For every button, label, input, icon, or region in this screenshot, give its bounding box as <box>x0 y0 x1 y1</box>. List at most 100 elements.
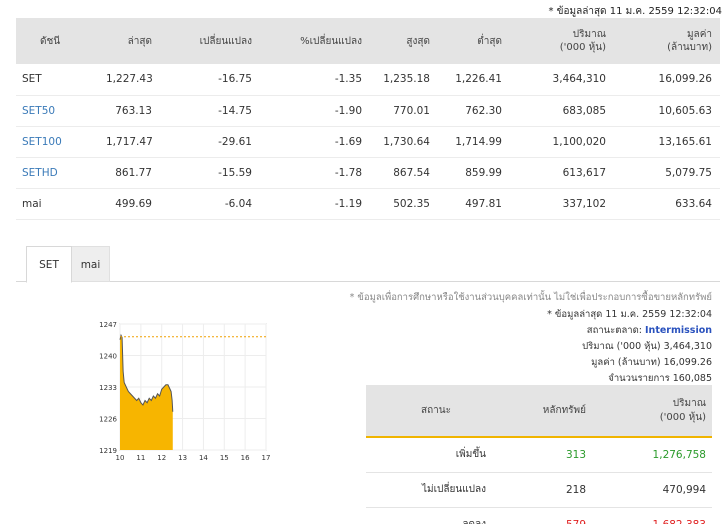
low-value: 497.81 <box>438 188 510 220</box>
col-last[interactable]: ล่าสุด <box>106 18 160 64</box>
col-volume-label: ปริมาณ <box>572 29 606 40</box>
market-status-line: สถานะตลาด: Intermission <box>587 323 712 338</box>
change-value: -29.61 <box>160 126 260 158</box>
index-name-set: SET <box>16 64 106 96</box>
last-value: 1,717.47 <box>106 126 160 158</box>
status-label: เพิ่มขึ้น <box>366 437 506 473</box>
col-securities: หลักทรัพย์ <box>506 385 592 438</box>
pct-change-value: -1.69 <box>260 126 370 158</box>
market-status-label: สถานะตลาด: <box>586 325 642 336</box>
summary-volume: 470,994 <box>592 472 712 508</box>
market-status-value: Intermission <box>645 325 712 336</box>
index-table: ดัชนี ล่าสุด เปลี่ยนแปลง %เปลี่ยนแปลง สู… <box>16 18 720 220</box>
y-tick-label: 1226 <box>99 416 117 424</box>
market-deals-value: 160,085 <box>672 373 712 384</box>
pct-change-value: -1.19 <box>260 188 370 220</box>
volume-value: 683,085 <box>510 95 614 127</box>
tab-mai[interactable]: mai <box>72 246 110 282</box>
market-deals-line: จำนวนรายการ 160,085 <box>608 371 712 386</box>
x-tick-label: 15 <box>220 454 229 462</box>
x-tick-label: 13 <box>178 454 187 462</box>
index-name-mai: mai <box>16 188 106 220</box>
table-row: SET100 1,717.47 -29.61 -1.69 1,730.64 1,… <box>16 126 720 158</box>
securities-count: 579 <box>506 507 592 524</box>
high-value: 1,730.64 <box>370 126 438 158</box>
market-deals-label: จำนวนรายการ <box>608 373 670 384</box>
x-tick-label: 11 <box>136 454 145 462</box>
change-value: -16.75 <box>160 64 260 96</box>
col-change[interactable]: เปลี่ยนแปลง <box>160 18 260 64</box>
volume-value: 1,100,020 <box>510 126 614 158</box>
x-tick-label: 14 <box>199 454 208 462</box>
col-volume-unit: ('000 หุ้น) <box>559 42 606 53</box>
x-tick-label: 12 <box>157 454 166 462</box>
col-sum-volume-unit: ('000 หุ้น) <box>659 411 706 423</box>
table-row: SET50 763.13 -14.75 -1.90 770.01 762.30 … <box>16 95 720 127</box>
x-tick-label: 10 <box>116 454 125 462</box>
trade-value: 16,099.26 <box>614 64 720 96</box>
col-status: สถานะ <box>366 385 506 438</box>
market-value-value: 16,099.26 <box>663 357 712 368</box>
high-value: 1,235.18 <box>370 64 438 96</box>
market-tabs: SET mai <box>16 246 720 283</box>
table-row: SET 1,227.43 -16.75 -1.35 1,235.18 1,226… <box>16 64 720 96</box>
tab-set[interactable]: SET <box>26 246 72 283</box>
volume-value: 613,617 <box>510 157 614 189</box>
market-value-line: มูลค่า (ล้านบาท) 16,099.26 <box>591 355 712 370</box>
summary-row-down: ลดลง 579 1,682,383 <box>366 507 712 524</box>
y-tick-label: 1233 <box>99 384 117 392</box>
high-value: 770.01 <box>370 95 438 127</box>
x-tick-label: 17 <box>262 454 271 462</box>
change-value: -6.04 <box>160 188 260 220</box>
col-pct-change[interactable]: %เปลี่ยนแปลง <box>260 18 370 64</box>
col-index[interactable]: ดัชนี <box>16 18 106 64</box>
market-volume-label: ปริมาณ ('000 หุ้น) <box>582 341 661 352</box>
last-value: 861.77 <box>106 157 160 189</box>
trade-value: 5,079.75 <box>614 157 720 189</box>
last-update-timestamp: * ข้อมูลล่าสุด 11 ม.ค. 2559 12:32:04 <box>548 6 722 17</box>
x-tick-label: 16 <box>241 454 250 462</box>
market-value-label: มูลค่า (ล้านบาท) <box>591 357 661 368</box>
securities-count: 313 <box>506 437 592 473</box>
col-value-label: มูลค่า <box>686 29 712 40</box>
pct-change-value: -1.90 <box>260 95 370 127</box>
high-value: 867.54 <box>370 157 438 189</box>
col-sum-volume-label: ปริมาณ <box>672 397 706 409</box>
table-row: SETHD 861.77 -15.59 -1.78 867.54 859.99 … <box>16 157 720 189</box>
low-value: 1,714.99 <box>438 126 510 158</box>
col-volume[interactable]: ปริมาณ ('000 หุ้น) <box>510 18 614 64</box>
col-high[interactable]: สูงสุด <box>370 18 438 64</box>
summary-volume: 1,276,758 <box>592 437 712 473</box>
summary-row-up: เพิ่มขึ้น 313 1,276,758 <box>366 437 712 473</box>
market-volume-line: ปริมาณ ('000 หุ้น) 3,464,310 <box>582 339 712 354</box>
y-tick-label: 1240 <box>99 353 117 361</box>
col-value-unit: (ล้านบาท) <box>667 42 712 53</box>
index-link-set100[interactable]: SET100 <box>16 126 106 158</box>
volume-value: 3,464,310 <box>510 64 614 96</box>
summary-row-unchanged: ไม่เปลี่ยนแปลง 218 470,994 <box>366 472 712 508</box>
summary-header: สถานะ หลักทรัพย์ ปริมาณ ('000 หุ้น) <box>366 385 712 438</box>
disclaimer-text: * ข้อมูลเพื่อการศึกษาหรือใช้งานส่วนบุคคล… <box>349 292 712 303</box>
market-volume-value: 3,464,310 <box>663 341 712 352</box>
trade-value: 633.64 <box>614 188 720 220</box>
intraday-chart-svg: 1247 1240 1233 1226 121910 11 12 13 14 15 16 17 <box>99 321 271 462</box>
status-label: ลดลง <box>366 507 506 524</box>
trade-value: 10,605.63 <box>614 95 720 127</box>
col-low[interactable]: ต่ำสุด <box>438 18 510 64</box>
low-value: 859.99 <box>438 157 510 189</box>
volume-value: 337,102 <box>510 188 614 220</box>
change-value: -15.59 <box>160 157 260 189</box>
last-value: 763.13 <box>106 95 160 127</box>
index-link-set50[interactable]: SET50 <box>16 95 106 127</box>
index-link-sethd[interactable]: SETHD <box>16 157 106 189</box>
securities-count: 218 <box>506 472 592 508</box>
table-row: mai 499.69 -6.04 -1.19 502.35 497.81 337… <box>16 188 720 220</box>
col-sum-volume: ปริมาณ ('000 หุ้น) <box>592 385 712 438</box>
advance-decline-table: สถานะ หลักทรัพย์ ปริมาณ ('000 หุ้น) เพิ่ม… <box>366 385 712 524</box>
col-value[interactable]: มูลค่า (ล้านบาท) <box>614 18 720 64</box>
trade-value: 13,165.61 <box>614 126 720 158</box>
y-tick-label: 1247 <box>99 321 117 329</box>
summary-volume: 1,682,383 <box>592 507 712 524</box>
change-value: -14.75 <box>160 95 260 127</box>
index-table-header: ดัชนี ล่าสุด เปลี่ยนแปลง %เปลี่ยนแปลง สู… <box>16 18 720 64</box>
